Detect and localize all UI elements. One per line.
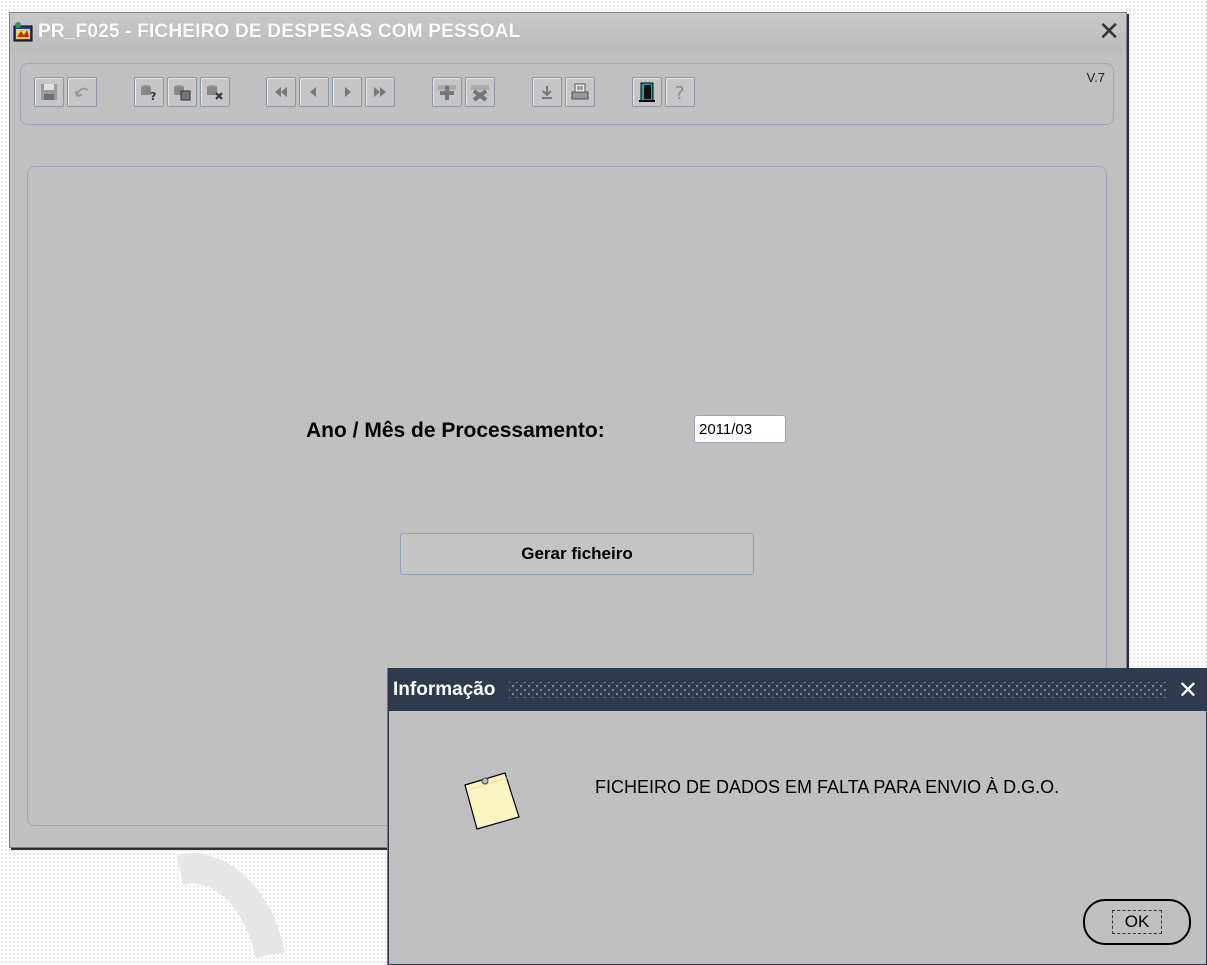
execute-query-icon[interactable] [167,77,197,107]
svg-text:?: ? [675,83,685,102]
version-label: V.7 [1086,70,1105,85]
window-titlebar[interactable]: PR_F025 - FICHEIRO DE DESPESAS COM PESSO… [10,13,1126,51]
dialog-message: FICHEIRO DE DADOS EM FALTA PARA ENVIO À … [595,777,1060,797]
generate-file-button[interactable]: Gerar ficheiro [400,533,754,575]
delete-record-icon[interactable] [465,77,495,107]
dialog-titlebar[interactable]: Informação ✕ [389,669,1206,711]
next-record-icon[interactable] [332,77,362,107]
ok-button[interactable]: OK [1083,899,1191,945]
cancel-query-icon[interactable] [200,77,230,107]
previous-record-icon[interactable] [299,77,329,107]
insert-record-icon[interactable] [432,77,462,107]
ok-button-label: OK [1111,910,1163,934]
first-record-icon[interactable] [266,77,296,107]
window-title: PR_F025 - FICHEIRO DE DESPESAS COM PESSO… [38,21,521,42]
background-decoration [176,853,285,959]
last-record-icon[interactable] [365,77,395,107]
dialog-titlebar-pattern [509,682,1166,698]
save-icon[interactable] [34,77,64,107]
toolbar: ? ? V.7 [20,63,1114,125]
info-dialog: Informação ✕ FICHEIRO DE DADOS EM FALTA … [388,668,1207,965]
exit-door-icon[interactable] [632,77,662,107]
svg-text:?: ? [150,90,156,102]
close-icon[interactable]: ✕ [1178,676,1198,705]
processing-period-input[interactable] [694,415,786,443]
undo-icon[interactable] [67,77,97,107]
query-icon[interactable]: ? [134,77,164,107]
dialog-title: Informação [393,679,496,700]
download-icon[interactable] [532,77,562,107]
app-icon [12,21,34,43]
help-icon[interactable]: ? [665,77,695,107]
note-icon [461,769,527,838]
print-icon[interactable] [565,77,595,107]
close-icon[interactable]: ✕ [1098,17,1120,45]
processing-period-label: Ano / Mês de Processamento: [306,419,605,442]
